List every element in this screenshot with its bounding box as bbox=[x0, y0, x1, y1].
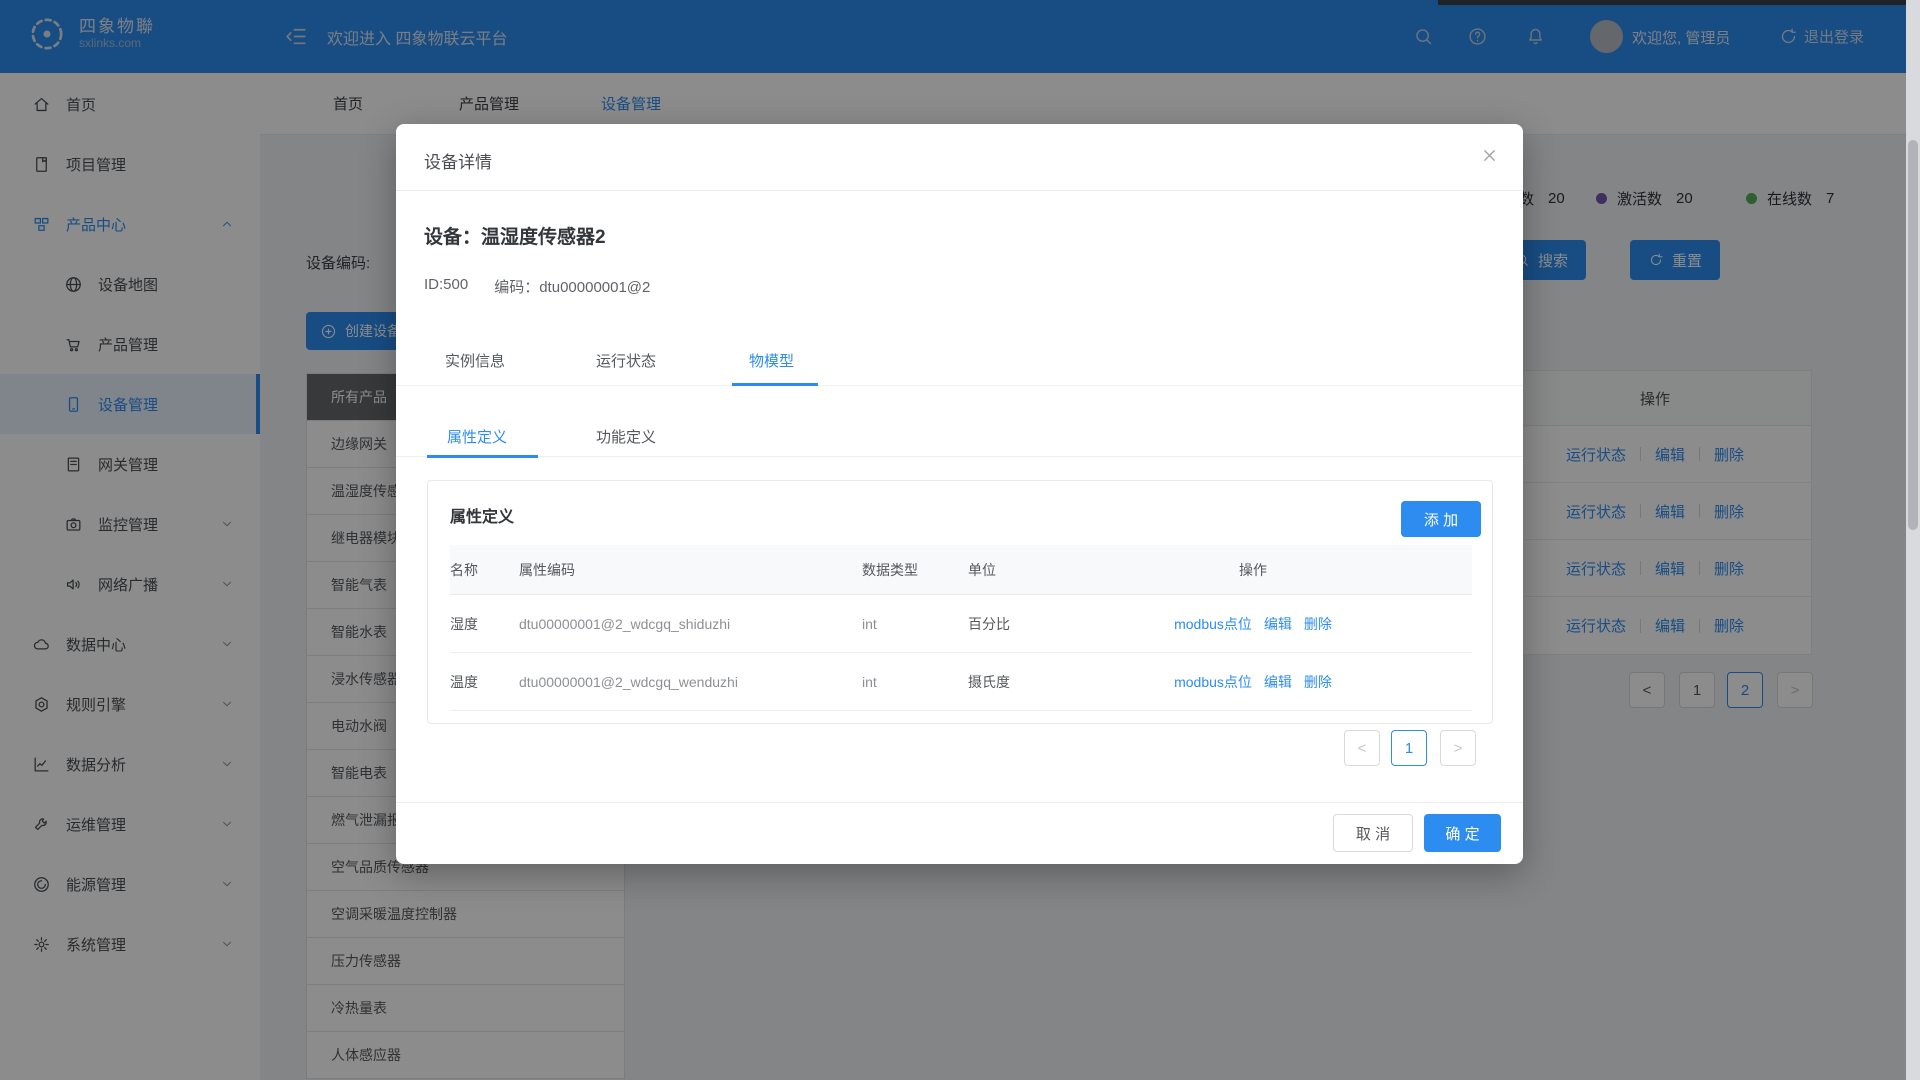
device-detail-modal: 设备详情 设备：温湿度传感器2 ID:500 编码：dtu00000001@2 … bbox=[396, 124, 1523, 864]
attr-unit: 百分比 bbox=[968, 614, 1113, 634]
modbus-point-link[interactable]: modbus点位 bbox=[1174, 672, 1252, 692]
col-header-name: 名称 bbox=[450, 560, 519, 580]
confirm-button[interactable]: 确 定 bbox=[1424, 814, 1501, 852]
col-header-unit: 单位 bbox=[968, 560, 1113, 580]
active-subtab-underline bbox=[427, 455, 538, 458]
edit-link[interactable]: 编辑 bbox=[1264, 672, 1292, 692]
modal-title: 设备详情 bbox=[424, 148, 492, 173]
attribute-row: 湿度 dtu00000001@2_wdcgq_shiduzhi int 百分比 … bbox=[450, 595, 1472, 653]
modal-close-button[interactable] bbox=[1480, 146, 1499, 165]
modal-subtab-bar: 属性定义 功能定义 bbox=[396, 420, 1523, 457]
modal-pagination-prev[interactable]: < bbox=[1344, 730, 1380, 766]
scrollbar-thumb[interactable] bbox=[1908, 140, 1918, 530]
modal-pagination-page-1[interactable]: 1 bbox=[1391, 730, 1427, 766]
modal-pagination-next[interactable]: > bbox=[1440, 730, 1476, 766]
attribute-table: 名称 属性编码 数据类型 单位 操作 湿度 dtu00000001@2_wdcg… bbox=[450, 545, 1472, 711]
attr-name: 温度 bbox=[450, 672, 519, 692]
tab-thing-model[interactable]: 物模型 bbox=[749, 350, 794, 371]
device-id: ID:500 bbox=[424, 276, 468, 297]
col-header-ops: 操作 bbox=[1113, 560, 1393, 580]
delete-link[interactable]: 删除 bbox=[1304, 614, 1332, 634]
tab-instance-info[interactable]: 实例信息 bbox=[445, 350, 505, 371]
add-attribute-button[interactable]: 添 加 bbox=[1401, 501, 1481, 537]
attribute-table-header: 名称 属性编码 数据类型 单位 操作 bbox=[450, 545, 1472, 595]
edit-link[interactable]: 编辑 bbox=[1264, 614, 1292, 634]
card-title: 属性定义 bbox=[450, 503, 514, 527]
subtab-attribute-definition[interactable]: 属性定义 bbox=[447, 426, 507, 447]
attribute-definition-card: 属性定义 添 加 名称 属性编码 数据类型 单位 操作 湿度 dtu000000… bbox=[427, 480, 1493, 724]
attr-unit: 摄氏度 bbox=[968, 672, 1113, 692]
subtab-function-definition[interactable]: 功能定义 bbox=[596, 426, 656, 447]
app-screen: 四象物聯 sxlinks.com 欢迎进入 四象物联云平台 欢迎您, 管理员 退… bbox=[0, 0, 1920, 1080]
device-meta-row: ID:500 编码：dtu00000001@2 bbox=[424, 276, 650, 297]
device-name: 设备：温湿度传感器2 bbox=[424, 222, 606, 249]
attr-type: int bbox=[862, 674, 968, 690]
device-code: 编码：dtu00000001@2 bbox=[494, 276, 650, 297]
device-code-value: dtu00000001@2 bbox=[539, 279, 650, 296]
attr-code: dtu00000001@2_wdcgq_shiduzhi bbox=[519, 616, 862, 632]
cancel-button[interactable]: 取 消 bbox=[1333, 814, 1413, 852]
device-code-label: 编码： bbox=[494, 279, 539, 296]
attr-name: 湿度 bbox=[450, 614, 519, 634]
modbus-point-link[interactable]: modbus点位 bbox=[1174, 614, 1252, 634]
modal-tab-bar: 实例信息 运行状态 物模型 bbox=[396, 332, 1523, 386]
tab-run-status[interactable]: 运行状态 bbox=[596, 350, 656, 371]
attr-code: dtu00000001@2_wdcgq_wenduzhi bbox=[519, 674, 862, 690]
close-icon bbox=[1480, 146, 1499, 165]
attribute-row: 温度 dtu00000001@2_wdcgq_wenduzhi int 摄氏度 … bbox=[450, 653, 1472, 711]
active-tab-underline bbox=[732, 383, 818, 386]
col-header-code: 属性编码 bbox=[519, 560, 862, 580]
attr-type: int bbox=[862, 616, 968, 632]
col-header-type: 数据类型 bbox=[862, 560, 968, 580]
page-scrollbar bbox=[1906, 0, 1920, 1080]
delete-link[interactable]: 删除 bbox=[1304, 672, 1332, 692]
